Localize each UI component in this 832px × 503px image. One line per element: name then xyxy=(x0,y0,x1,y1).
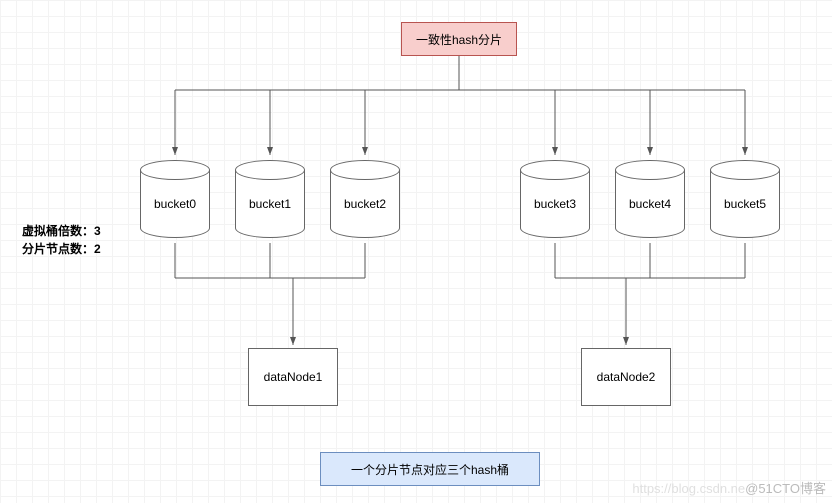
bucket-0: bucket0 xyxy=(140,160,210,238)
bucket-3: bucket3 xyxy=(520,160,590,238)
connector-layer xyxy=(0,0,832,503)
bucket-3-label: bucket3 xyxy=(520,197,590,211)
bucket-2: bucket2 xyxy=(330,160,400,238)
diagram-title: 一致性hash分片 xyxy=(401,22,517,56)
bucket-1-label: bucket1 xyxy=(235,197,305,211)
diagram-caption: 一个分片节点对应三个hash桶 xyxy=(320,452,540,486)
watermark-strong: @51CTO博客 xyxy=(745,481,826,496)
bucket-5: bucket5 xyxy=(710,160,780,238)
watermark: https://blog.csdn.ne@51CTO博客 xyxy=(632,478,826,497)
data-node-1: dataNode1 xyxy=(248,348,338,406)
virtual-bucket-factor-label: 虚拟桶倍数：3 xyxy=(22,222,101,239)
watermark-faint: https://blog.csdn.ne xyxy=(632,481,745,496)
bucket-5-label: bucket5 xyxy=(710,197,780,211)
shard-node-count-label: 分片节点数：2 xyxy=(22,240,101,257)
bucket-1: bucket1 xyxy=(235,160,305,238)
bucket-4: bucket4 xyxy=(615,160,685,238)
bucket-2-label: bucket2 xyxy=(330,197,400,211)
bucket-0-label: bucket0 xyxy=(140,197,210,211)
bucket-4-label: bucket4 xyxy=(615,197,685,211)
data-node-2: dataNode2 xyxy=(581,348,671,406)
